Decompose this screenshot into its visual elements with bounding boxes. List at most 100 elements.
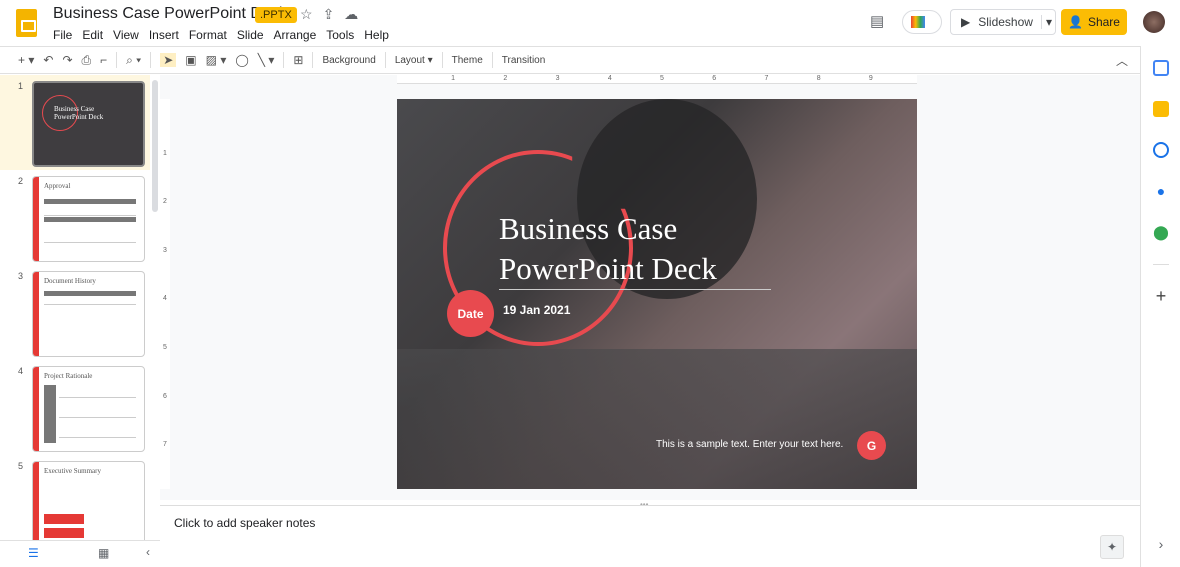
slide-number: 1 [18,81,24,91]
thumbnail-title: Document History [44,277,96,285]
contacts-icon[interactable]: ● [1153,183,1169,199]
image-icon[interactable]: ▨ ▾ [206,53,227,67]
document-title[interactable]: Business Case PowerPoint Deck [53,5,287,23]
explore-icon[interactable]: ✦ [1100,535,1124,559]
move-icon[interactable]: ⇪ [323,6,335,23]
menu-format[interactable]: Format [189,28,227,42]
menu-view[interactable]: View [113,28,139,42]
thumbnail-slide-5[interactable]: Executive Summary [32,461,145,540]
slide-number: 5 [18,461,24,471]
star-icon[interactable]: ☆ [300,6,313,23]
thumbnail-slide-1[interactable]: Business Case PowerPoint Deck [32,81,145,167]
menu-bar: File Edit View Insert Format Slide Arran… [53,28,389,42]
redo-icon[interactable]: ↷ [62,53,72,67]
ruler-tick: 3 [163,246,167,254]
expand-panel-icon[interactable]: › [1153,536,1169,552]
divider [283,52,285,68]
tasks-icon[interactable] [1153,142,1169,158]
layout-button[interactable]: Layout ▾ [395,55,433,66]
ruler-tick: 2 [163,198,167,206]
zoom-icon[interactable]: ⌕ ▾ [126,53,141,68]
menu-help[interactable]: Help [364,28,389,42]
divider [312,52,314,68]
date-value[interactable]: 19 Jan 2021 [503,303,570,317]
share-label: Share [1087,15,1120,29]
ruler-tick: 7 [163,441,167,449]
meet-icon [911,16,925,28]
add-addon-icon[interactable]: + [1153,287,1169,305]
background-button[interactable]: Background [322,55,375,66]
share-button[interactable]: 👤 Share [1061,9,1127,35]
menu-tools[interactable]: Tools [326,28,354,42]
cloud-status-icon[interactable]: ☁ [344,6,358,23]
chevron-down-icon[interactable]: ▾ [1040,15,1056,29]
thumbnail-title: Executive Summary [44,467,101,475]
calendar-icon[interactable] [1153,60,1169,76]
divider [1153,264,1169,265]
meet-button[interactable] [902,10,942,34]
divider [441,52,443,68]
slide-title[interactable]: Business Case PowerPoint Deck [499,209,717,289]
avatar[interactable] [1143,11,1165,33]
divider [384,52,386,68]
maps-icon[interactable]: ⬤ [1153,224,1169,240]
collapse-panel-icon[interactable]: ‹ [146,545,150,559]
speaker-notes[interactable]: Click to add speaker notes [160,505,1140,567]
theme-button[interactable]: Theme [452,55,483,66]
divider [150,52,152,68]
ruler-tick: 4 [163,295,167,303]
shape-icon[interactable]: ◯ [235,53,248,67]
ruler-tick: 4 [607,75,612,82]
toolbar: + ▾ ↶ ↷ ⎙ ⌐ ⌕ ▾ ➤ ▣ ▨ ▾ ◯ ╲ ▾ ⊞ Backgrou… [0,46,1140,74]
menu-edit[interactable]: Edit [82,28,103,42]
collapse-icon[interactable]: ︿ [1116,52,1128,69]
thumbnail-title: Project Rationale [44,372,93,380]
filmstrip-view-icon[interactable]: ☰ [28,546,39,560]
comment-add-icon[interactable]: ⊞ [293,53,303,67]
menu-file[interactable]: File [53,28,72,42]
view-switcher: ☰ ▦ ‹ [0,540,160,567]
undo-icon[interactable]: ↶ [43,53,53,67]
slide-number: 4 [18,366,24,376]
new-slide-icon[interactable]: + ▾ [18,53,34,67]
thumbnail-title: Approval [44,182,71,190]
print-icon[interactable]: ⎙ [82,53,92,68]
comments-icon[interactable]: ▤ [870,12,884,30]
title-line-2: PowerPoint Deck [499,251,717,286]
lock-icon: 👤 [1068,15,1083,29]
title-icons: ☆ ⇪ ☁ [300,6,358,23]
thumbnail-slide-2[interactable]: Approval [32,176,145,262]
ruler-tick: 1 [451,75,456,82]
divider [116,52,118,68]
title-line-1: Business Case [499,211,678,246]
ruler-tick: 9 [868,75,873,82]
ruler-tick: 7 [764,75,769,82]
slide-canvas[interactable]: Business Case PowerPoint Deck Date 19 Jan… [397,99,917,489]
transition-button[interactable]: Transition [502,55,546,66]
date-badge[interactable]: Date [447,290,494,337]
grid-view-icon[interactable]: ▦ [98,546,109,560]
slides-logo[interactable] [16,9,37,37]
filmstrip-scrollbar[interactable] [152,80,158,212]
thumbnail-slide-4[interactable]: Project Rationale [32,366,145,452]
menu-insert[interactable]: Insert [149,28,179,42]
ruler-tick: 5 [660,75,664,82]
vertical-ruler[interactable]: 1 2 3 4 5 6 7 [160,99,170,489]
ruler-tick: 6 [712,75,717,82]
ruler-tick: 2 [503,75,508,82]
menu-slide[interactable]: Slide [237,28,264,42]
thumbnail-slide-3[interactable]: Document History [32,271,145,357]
sample-text[interactable]: This is a sample text. Enter your text h… [656,439,843,450]
horizontal-ruler[interactable]: 1 2 3 4 5 6 7 8 9 [397,75,917,84]
keep-icon[interactable] [1153,101,1169,117]
ruler-tick: 1 [163,149,167,157]
text-box-icon[interactable]: ▣ [185,53,196,67]
paint-format-icon[interactable]: ⌐ [100,53,107,67]
menu-arrange[interactable]: Arrange [274,28,317,42]
line-icon[interactable]: ╲ ▾ [258,53,275,67]
divider [491,52,493,68]
slide-number: 3 [18,271,24,281]
slideshow-button[interactable]: ▶ Slideshow ▾ [950,9,1056,35]
play-icon: ▶ [961,15,971,29]
select-icon[interactable]: ➤ [160,53,177,67]
